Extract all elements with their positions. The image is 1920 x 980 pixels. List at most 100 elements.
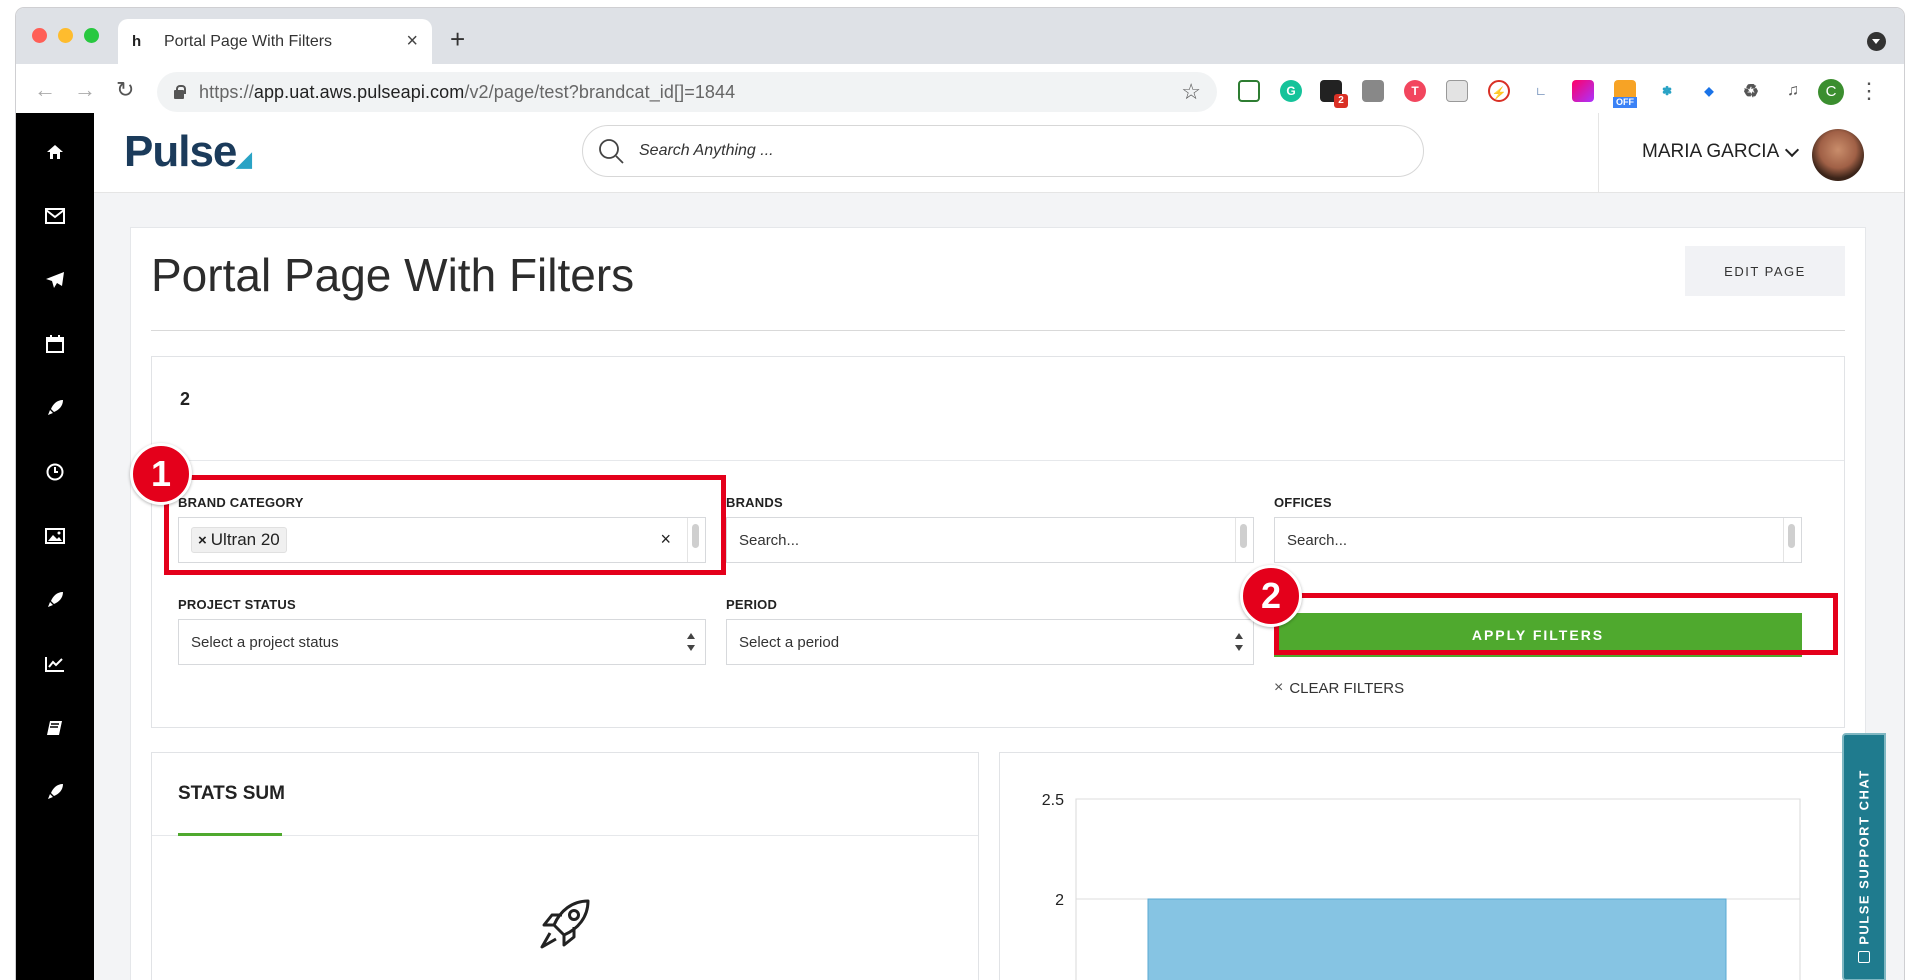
rocket-icon[interactable] <box>38 583 72 617</box>
close-icon: × <box>1274 679 1284 696</box>
user-menu[interactable]: MARIA GARCIA <box>1642 141 1800 163</box>
offices-placeholder: Search... <box>1287 531 1348 549</box>
scrollbar-thumb[interactable] <box>1240 524 1247 548</box>
off-extension-icon[interactable]: OFF <box>1613 80 1637 108</box>
stats-title: STATS SUM <box>178 783 285 804</box>
site-favicon-icon: h <box>132 32 142 50</box>
chart-card: 2.521.5 <box>999 752 1847 980</box>
brands-placeholder: Search... <box>739 531 800 549</box>
period-select[interactable]: Select a period <box>726 619 1254 665</box>
rocket-icon <box>540 899 590 949</box>
lock-icon <box>173 85 186 99</box>
avatar[interactable] <box>1812 129 1864 181</box>
image-icon[interactable] <box>38 519 72 553</box>
stats-sum-card: STATS SUM 0 <box>151 752 979 980</box>
bar[interactable] <box>1147 898 1727 980</box>
project-status-label: PROJECT STATUS <box>178 597 296 612</box>
ext-badge-count: 2 <box>1334 94 1348 108</box>
tag-extension-icon[interactable]: ◆ <box>1698 80 1720 102</box>
offices-search-input[interactable]: Search... <box>1274 517 1802 563</box>
support-chat-label: PULSE SUPPORT CHAT <box>1856 769 1872 945</box>
gradient-extension-icon[interactable] <box>1572 80 1594 102</box>
pen-extension-icon[interactable]: ∟ <box>1530 80 1552 102</box>
select-arrows-icon <box>1235 633 1243 651</box>
browser-window: h Portal Page With Filters × + ← → ↻ htt… <box>16 8 1904 980</box>
support-chat-button[interactable]: PULSE SUPPORT CHAT <box>1842 733 1886 980</box>
scrollbar[interactable] <box>1783 518 1801 562</box>
browser-menu-icon[interactable]: ⋮ <box>1858 76 1880 106</box>
project-status-select[interactable]: Select a project status <box>178 619 706 665</box>
profile-avatar[interactable]: C <box>1818 79 1844 105</box>
screenshot-extension-icon[interactable] <box>1238 80 1260 102</box>
left-nav <box>16 113 94 980</box>
grammarly-extension-icon[interactable]: G <box>1280 80 1302 102</box>
brands-search-input[interactable]: Search... <box>726 517 1254 563</box>
calendar-icon[interactable] <box>38 327 72 361</box>
filters-panel-header: 2 <box>152 357 1844 461</box>
maximize-window-button[interactable] <box>84 28 99 43</box>
new-tab-button[interactable]: + <box>450 26 465 52</box>
tab-bar: h Portal Page With Filters × + <box>16 8 1904 64</box>
bar-chart: 2.521.5 <box>1042 792 1801 980</box>
clock-icon[interactable] <box>38 455 72 489</box>
pulse-logo[interactable]: Pulse◢ <box>124 127 252 177</box>
mail-icon[interactable] <box>38 199 72 233</box>
close-window-button[interactable] <box>32 28 47 43</box>
period-value: Select a period <box>739 633 840 651</box>
offices-label: OFFICES <box>1274 495 1332 510</box>
brands-label: BRANDS <box>726 495 783 510</box>
camera-extension-icon[interactable] <box>1362 80 1384 102</box>
chart-icon[interactable] <box>38 647 72 681</box>
rocket-icon[interactable] <box>38 391 72 425</box>
reload-icon[interactable]: ↻ <box>116 77 134 103</box>
puzzle-extensions-icon[interactable]: ♻ <box>1740 80 1762 102</box>
filters-count: 2 <box>180 389 191 409</box>
lightning-extension-icon[interactable]: ⚡ <box>1488 80 1510 102</box>
callout-badge-1: 1 <box>130 443 192 505</box>
home-icon[interactable] <box>38 135 72 169</box>
browser-tab[interactable]: h Portal Page With Filters × <box>118 19 432 64</box>
global-search-input[interactable]: Search Anything ... <box>582 125 1424 177</box>
media-control-icon[interactable]: ♫ <box>1782 80 1804 102</box>
callout-badge-2: 2 <box>1240 565 1302 627</box>
bookmark-star-icon[interactable]: ☆ <box>1181 79 1201 105</box>
scrollbar[interactable] <box>1235 518 1253 562</box>
y-tick-label: 2 <box>1055 892 1064 909</box>
project-status-value: Select a project status <box>191 633 339 651</box>
title-divider <box>151 330 1845 331</box>
search-placeholder: Search Anything ... <box>639 142 774 159</box>
user-name: MARIA GARCIA <box>1642 141 1780 162</box>
todo-extension-icon[interactable]: T <box>1404 80 1426 102</box>
tab-title: Portal Page With Filters <box>164 32 333 50</box>
edit-page-button[interactable]: EDIT PAGE <box>1685 246 1845 296</box>
clear-filters-label: CLEAR FILTERS <box>1289 679 1405 697</box>
bug-extension-icon[interactable]: ✽ <box>1656 80 1678 102</box>
app-header: Pulse◢ Search Anything ... MARIA GARCIA <box>94 113 1904 193</box>
minimize-window-button[interactable] <box>58 28 73 43</box>
address-bar[interactable]: https://app.uat.aws.pulseapi.com/v2/page… <box>157 72 1217 112</box>
callout-box-brand-category <box>164 475 726 575</box>
chat-icon <box>1858 951 1870 963</box>
page-title: Portal Page With Filters <box>151 249 635 301</box>
tab-search-icon[interactable] <box>1867 32 1886 51</box>
scrollbar-thumb[interactable] <box>1788 524 1795 548</box>
header-divider <box>1598 113 1599 193</box>
off-label: OFF <box>1613 97 1637 108</box>
app-root: Pulse◢ Search Anything ... MARIA GARCIA … <box>16 113 1904 980</box>
close-tab-icon[interactable]: × <box>406 30 418 53</box>
ext-badge-icon[interactable]: 2 <box>1320 80 1348 108</box>
callout-box-apply-filters <box>1274 593 1838 655</box>
clear-filters-button[interactable]: × CLEAR FILTERS <box>1274 679 1404 697</box>
period-label: PERIOD <box>726 597 778 612</box>
forward-arrow-icon[interactable]: → <box>74 77 96 103</box>
table-extension-icon[interactable] <box>1446 80 1468 102</box>
browser-toolbar: ← → ↻ https://app.uat.aws.pulseapi.com/v… <box>16 64 1904 120</box>
active-tab-underline <box>178 833 282 836</box>
back-arrow-icon[interactable]: ← <box>34 77 56 103</box>
rocket-icon[interactable] <box>38 775 72 809</box>
book-icon[interactable] <box>38 711 72 745</box>
send-icon[interactable] <box>38 263 72 297</box>
chevron-down-icon <box>1785 142 1800 157</box>
y-tick-label: 2.5 <box>1042 792 1064 809</box>
stats-value: 0 <box>552 975 570 980</box>
